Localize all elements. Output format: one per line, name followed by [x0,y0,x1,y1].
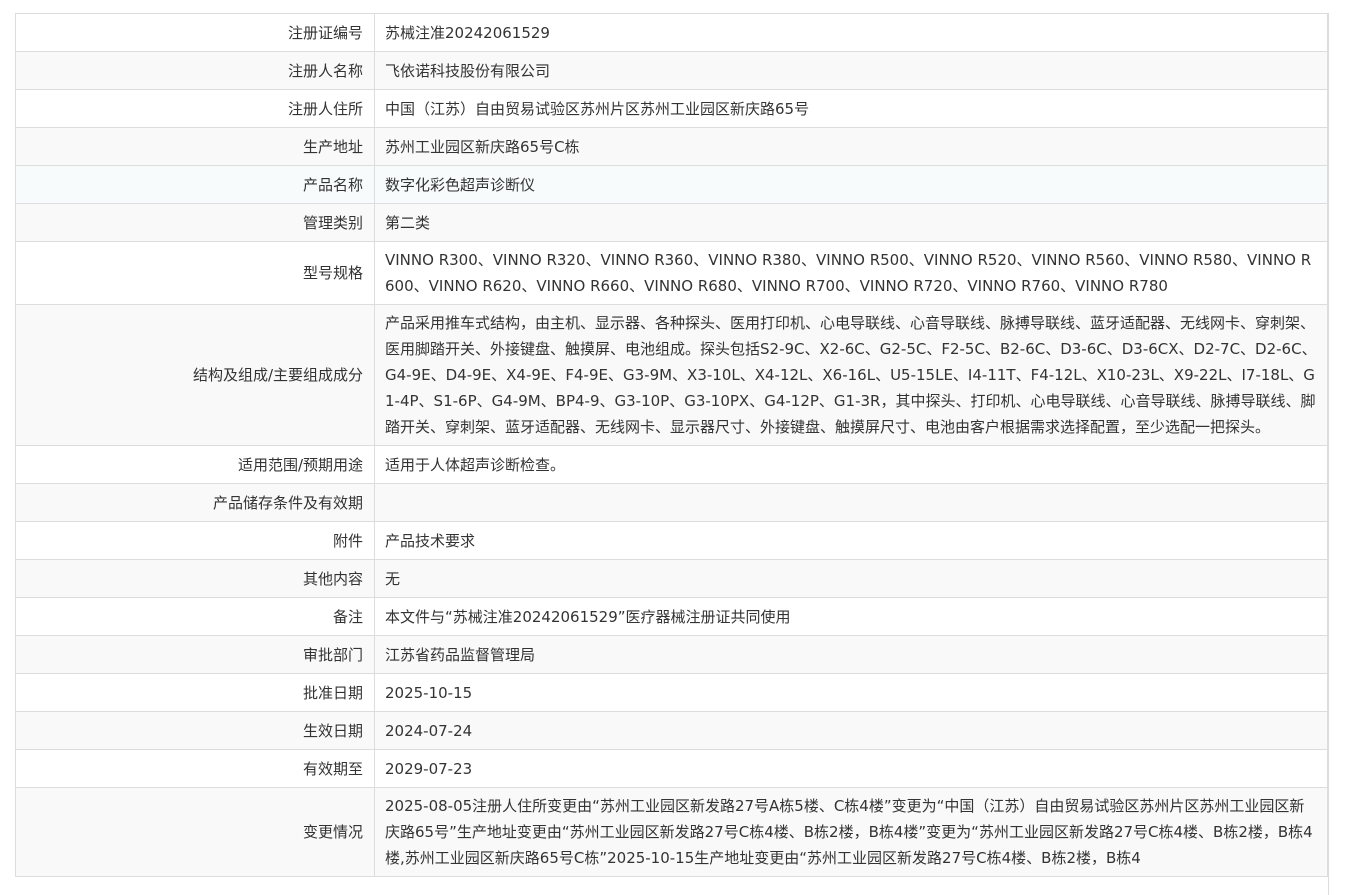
field-value: 飞依诺科技股份有限公司 [374,51,1328,90]
field-label: 变更情况 [15,787,375,877]
table-row-management-class: 管理类别 第二类 [15,203,1328,242]
field-label: 附件 [15,521,375,560]
field-label: 注册人住所 [15,89,375,128]
field-value: 产品技术要求 [374,521,1328,560]
field-label: 管理类别 [15,203,375,242]
field-value: 江苏省药品监督管理局 [374,635,1328,674]
table-row-valid-until: 有效期至 2029-07-23 [15,749,1328,788]
field-value: 第二类 [374,203,1328,242]
field-value: 中国（江苏）自由贸易试验区苏州片区苏州工业园区新庆路65号 [374,89,1328,128]
table-row-reg-no: 注册证编号 苏械注准20242061529 [15,13,1328,52]
table-row-model-spec: 型号规格 VINNO R300、VINNO R320、VINNO R360、VI… [15,241,1328,305]
field-value: 本文件与“苏械注准20242061529”医疗器械注册证共同使用 [374,597,1328,636]
field-value: 2025-08-05注册人住所变更由“苏州工业园区新发路27号A栋5楼、C栋4楼… [374,787,1328,877]
field-value [374,483,1328,522]
table-row-production-address: 生产地址 苏州工业园区新庆路65号C栋 [15,127,1328,166]
field-label: 备注 [15,597,375,636]
field-label: 注册人名称 [15,51,375,90]
field-label: 适用范围/预期用途 [15,445,375,484]
field-value: 无 [374,559,1328,598]
table-row-product-name: 产品名称 数字化彩色超声诊断仪 [15,165,1328,204]
table-row-storage-validity: 产品储存条件及有效期 [15,483,1328,522]
field-label: 注册证编号 [15,13,375,52]
field-label: 型号规格 [15,241,375,305]
content-right-border [1328,13,1329,895]
table-row-effective-date: 生效日期 2024-07-24 [15,711,1328,750]
table-row-other-content: 其他内容 无 [15,559,1328,598]
field-label: 产品名称 [15,165,375,204]
field-value: 产品采用推车式结构，由主机、显示器、各种探头、医用打印机、心电导联线、心音导联线… [374,304,1328,446]
registration-detail-table: 注册证编号 苏械注准20242061529 注册人名称 飞依诺科技股份有限公司 … [15,13,1328,877]
field-value: 苏械注准20242061529 [374,13,1328,52]
table-row-change-history: 变更情况 2025-08-05注册人住所变更由“苏州工业园区新发路27号A栋5楼… [15,787,1328,877]
field-value: VINNO R300、VINNO R320、VINNO R360、VINNO R… [374,241,1328,305]
table-row-approval-date: 批准日期 2025-10-15 [15,673,1328,712]
field-label: 有效期至 [15,749,375,788]
field-value: 适用于人体超声诊断检查。 [374,445,1328,484]
field-value: 2025-10-15 [374,673,1328,712]
table-row-registrant-address: 注册人住所 中国（江苏）自由贸易试验区苏州片区苏州工业园区新庆路65号 [15,89,1328,128]
field-label: 生效日期 [15,711,375,750]
table-row-approval-department: 审批部门 江苏省药品监督管理局 [15,635,1328,674]
field-label: 生产地址 [15,127,375,166]
table-row-attachment: 附件 产品技术要求 [15,521,1328,560]
table-row-intended-use: 适用范围/预期用途 适用于人体超声诊断检查。 [15,445,1328,484]
field-label: 审批部门 [15,635,375,674]
field-label: 批准日期 [15,673,375,712]
field-label: 其他内容 [15,559,375,598]
field-value: 数字化彩色超声诊断仪 [374,165,1328,204]
field-value: 2024-07-24 [374,711,1328,750]
table-row-registrant-name: 注册人名称 飞依诺科技股份有限公司 [15,51,1328,90]
field-value: 苏州工业园区新庆路65号C栋 [374,127,1328,166]
field-label: 结构及组成/主要组成成分 [15,304,375,446]
table-row-structure-composition: 结构及组成/主要组成成分 产品采用推车式结构，由主机、显示器、各种探头、医用打印… [15,304,1328,446]
registration-detail: 注册证编号 苏械注准20242061529 注册人名称 飞依诺科技股份有限公司 … [15,13,1328,877]
field-value: 2029-07-23 [374,749,1328,788]
field-label: 产品储存条件及有效期 [15,483,375,522]
table-row-remarks: 备注 本文件与“苏械注准20242061529”医疗器械注册证共同使用 [15,597,1328,636]
